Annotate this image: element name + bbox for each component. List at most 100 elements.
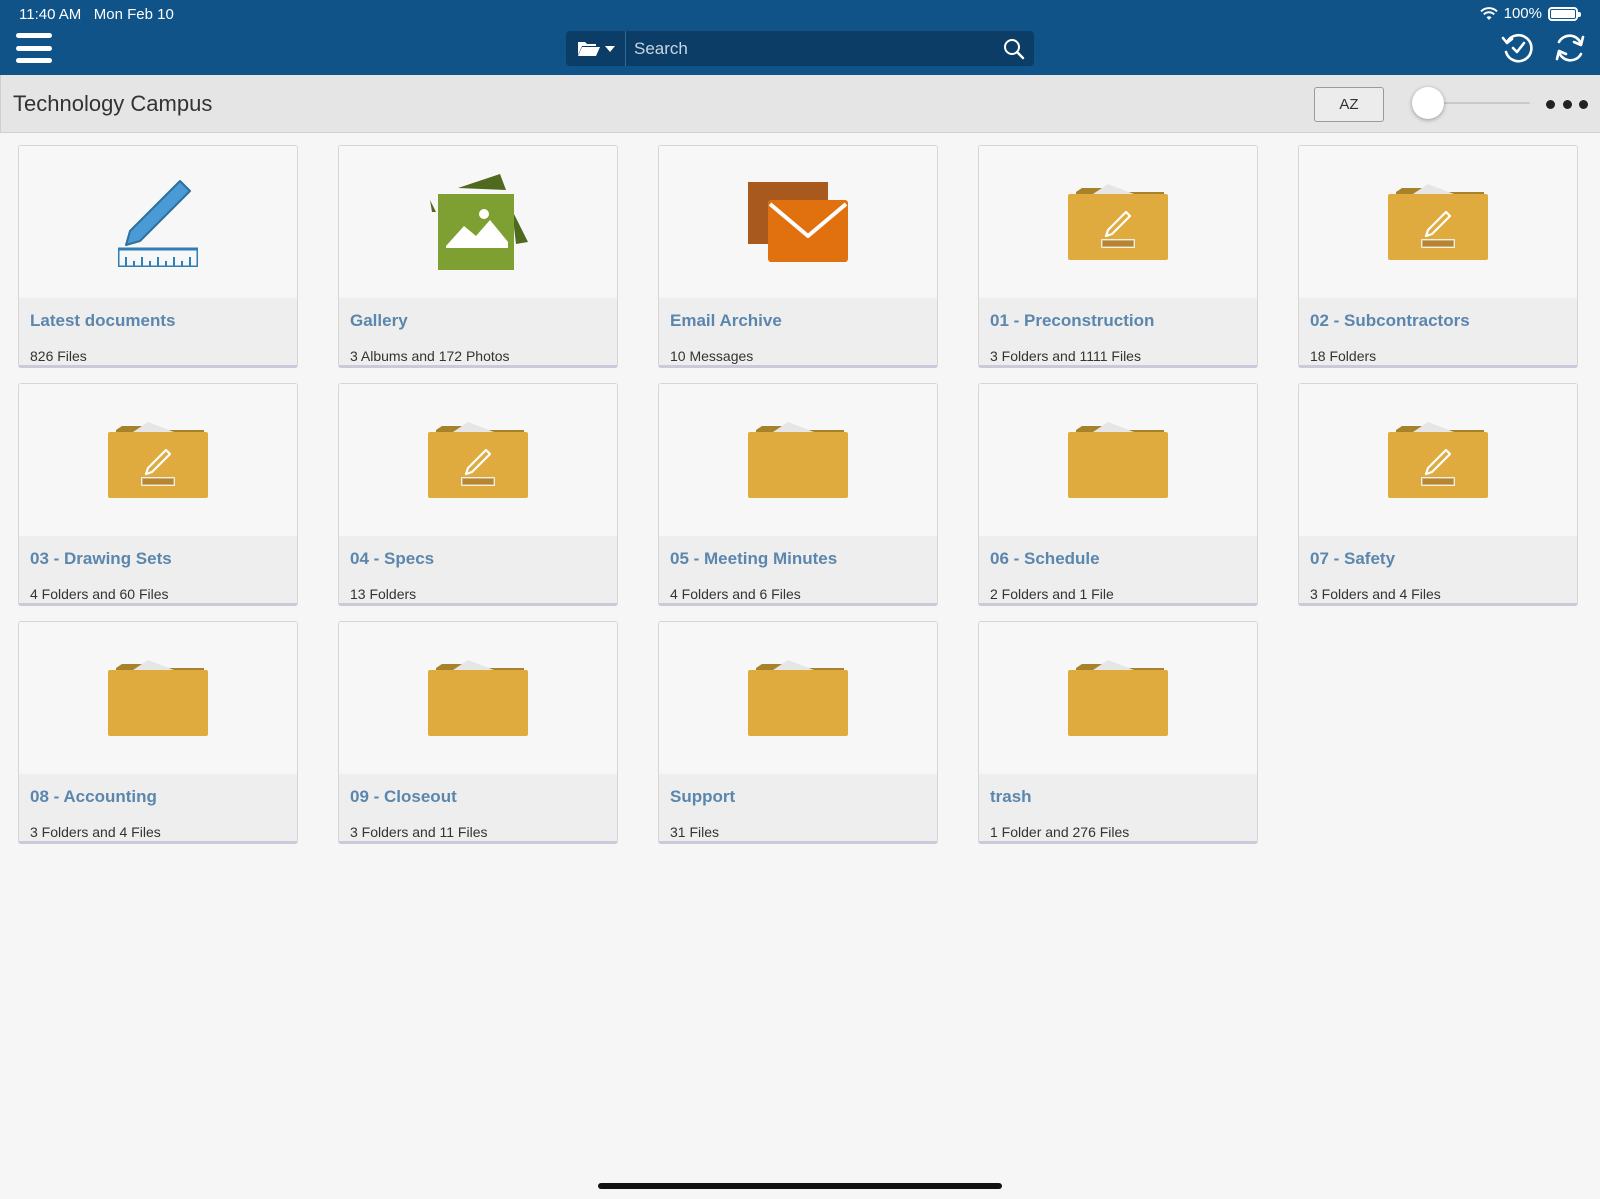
tile-info: 08 - Accounting 3 Folders and 4 Files [19, 774, 297, 841]
status-time-text: 11:40 AM [19, 6, 82, 23]
folder-edit-icon [1388, 422, 1488, 498]
sync-button[interactable] [1550, 28, 1590, 68]
tile-info: 07 - Safety 3 Folders and 4 Files [1299, 536, 1577, 603]
search-button[interactable] [994, 31, 1034, 66]
tile-item[interactable]: 08 - Accounting 3 Folders and 4 Files [18, 621, 298, 844]
menu-button[interactable] [16, 33, 52, 63]
tile-info: trash 1 Folder and 276 Files [979, 774, 1257, 841]
battery-icon [1548, 6, 1581, 21]
home-indicator[interactable] [598, 1183, 1002, 1189]
page-title: Technology Campus [13, 91, 213, 116]
status-indicators: 100% [1479, 5, 1581, 22]
tile-meta: 3 Folders and 1111 Files [990, 348, 1141, 364]
wifi-icon [1479, 6, 1498, 20]
tile-name: Gallery [350, 311, 408, 330]
tile-icon-area [659, 146, 937, 298]
search-input[interactable] [626, 31, 994, 66]
tile-item[interactable]: 01 - Preconstruction 3 Folders and 1111 F… [978, 145, 1258, 368]
tile-icon-area [19, 622, 297, 774]
tile-item[interactable]: 02 - Subcontractors 18 Folders [1298, 145, 1578, 368]
tile-name: Email Archive [670, 311, 782, 330]
tile-meta: 18 Folders [1310, 348, 1377, 364]
tile-item[interactable]: Gallery 3 Albums and 172 Photos [338, 145, 618, 368]
tile-item[interactable]: 07 - Safety 3 Folders and 4 Files [1298, 383, 1578, 606]
tile-item[interactable]: Latest documents 826 Files [18, 145, 298, 368]
tile-icon-area [339, 384, 617, 536]
top-actions [1498, 28, 1590, 68]
pencil-ruler-icon [118, 177, 198, 267]
tile-meta: 1 Folder and 276 Files [990, 824, 1130, 840]
tile-info: Email Archive 10 Messages [659, 298, 937, 365]
tile-item[interactable]: 03 - Drawing Sets 4 Folders and 60 Files [18, 383, 298, 606]
tile-meta: 3 Folders and 11 Files [350, 824, 488, 840]
tile-item[interactable]: trash 1 Folder and 276 Files [978, 621, 1258, 844]
tile-icon-area [979, 146, 1257, 298]
tile-name: 06 - Schedule [990, 549, 1100, 568]
tile-meta: 13 Folders [350, 586, 417, 602]
tile-info: Support 31 Files [659, 774, 937, 841]
tile-meta: 3 Folders and 4 Files [1310, 586, 1441, 602]
tile-info: Latest documents 826 Files [19, 298, 297, 365]
tile-info: 04 - Specs 13 Folders [339, 536, 617, 603]
folder-icon [1068, 660, 1168, 736]
tile-icon-area [979, 384, 1257, 536]
tile-item[interactable]: 09 - Closeout 3 Folders and 11 Files [338, 621, 618, 844]
tile-name: Latest documents [30, 311, 176, 330]
folder-edit-icon [1388, 184, 1488, 260]
tile-name: 09 - Closeout [350, 787, 457, 806]
tile-meta: 826 Files [30, 348, 87, 364]
folder-edit-icon [428, 422, 528, 498]
tile-info: 05 - Meeting Minutes 4 Folders and 6 File… [659, 536, 937, 603]
tile-meta: 31 Files [670, 824, 720, 840]
tile-item[interactable]: Support 31 Files [658, 621, 938, 844]
envelope-icon [748, 182, 848, 262]
tile-icon-area [19, 384, 297, 536]
sort-label: AZ [1339, 96, 1359, 113]
status-date-text: Mon Feb 10 [93, 6, 174, 23]
tile-icon-area [339, 146, 617, 298]
folder-open-icon [577, 42, 600, 56]
tile-info: 06 - Schedule 2 Folders and 1 File [979, 536, 1257, 603]
sort-button[interactable]: AZ [1314, 87, 1384, 122]
folder-icon [748, 660, 848, 736]
tile-meta: 3 Folders and 4 Files [30, 824, 161, 840]
top-bar: 11:40 AM Mon Feb 10 100% [0, 0, 1600, 75]
more-options-button[interactable] [1546, 94, 1588, 114]
zoom-slider[interactable] [1412, 86, 1530, 120]
tile-icon-area [1299, 384, 1577, 536]
tile-name: 08 - Accounting [30, 787, 157, 806]
tile-name: trash [990, 787, 1032, 806]
tile-info: 02 - Subcontractors 18 Folders [1299, 298, 1577, 365]
tile-name: 07 - Safety [1310, 549, 1396, 568]
tile-name: 02 - Subcontractors [1310, 311, 1470, 330]
tile-name: 05 - Meeting Minutes [670, 549, 838, 568]
history-icon [1501, 33, 1533, 63]
recent-history-button[interactable] [1498, 28, 1538, 68]
battery-percent: 100% [1503, 5, 1542, 22]
sync-icon [1555, 34, 1585, 62]
tile-meta: 10 Messages [670, 348, 754, 364]
gallery-icon [428, 172, 528, 272]
tile-name: 04 - Specs [350, 549, 435, 568]
tile-meta: 4 Folders and 60 Files [30, 586, 169, 602]
tile-name: 01 - Preconstruction [990, 311, 1155, 330]
status-time: 11:40 AM Mon Feb 10 [19, 6, 174, 23]
search-scope-dropdown[interactable] [566, 31, 626, 66]
tile-info: Gallery 3 Albums and 172 Photos [339, 298, 617, 365]
folder-icon [748, 422, 848, 498]
tile-icon-area [659, 622, 937, 774]
tile-name: 03 - Drawing Sets [30, 549, 172, 568]
tile-item[interactable]: 04 - Specs 13 Folders [338, 383, 618, 606]
tile-item[interactable]: 05 - Meeting Minutes 4 Folders and 6 File… [658, 383, 938, 606]
folder-icon [108, 660, 208, 736]
folder-icon [1068, 422, 1168, 498]
tile-item[interactable]: Email Archive 10 Messages [658, 145, 938, 368]
caret-down-icon [604, 45, 615, 52]
tile-item[interactable]: 06 - Schedule 2 Folders and 1 File [978, 383, 1258, 606]
folder-edit-icon [1068, 184, 1168, 260]
tile-icon-area [659, 384, 937, 536]
tile-meta: 4 Folders and 6 Files [670, 586, 801, 602]
tile-icon-area [1299, 146, 1577, 298]
slider-knob[interactable] [1412, 87, 1444, 119]
tile-meta: 2 Folders and 1 File [990, 586, 1114, 602]
